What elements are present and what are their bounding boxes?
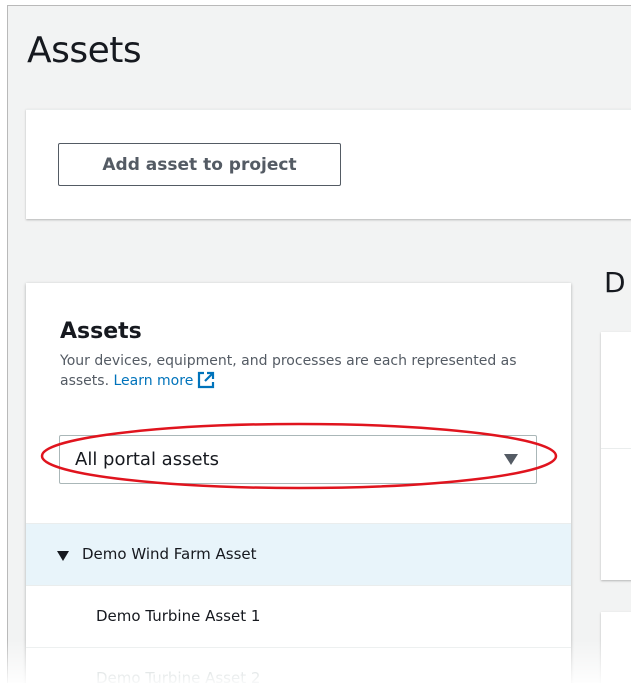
tree-item-label: Demo Turbine Asset 1 (96, 607, 261, 625)
assets-panel-description: Your devices, equipment, and processes a… (60, 351, 530, 395)
expand-caret-icon[interactable] (57, 551, 69, 561)
tree-item-label: Demo Wind Farm Asset (82, 545, 257, 563)
learn-more-label: Learn more (113, 373, 194, 389)
assets-panel: Assets Your devices, equipment, and proc… (26, 283, 571, 683)
tree-item-demo-turbine-asset-2[interactable]: Demo Turbine Asset 2 (26, 648, 571, 683)
tree-item-demo-wind-farm-asset[interactable]: Demo Wind Farm Asset (26, 524, 571, 586)
assets-panel-heading: Assets (60, 319, 142, 344)
add-asset-to-project-button[interactable]: Add asset to project (58, 143, 341, 186)
external-link-icon (197, 371, 215, 395)
caret-down-icon (504, 454, 518, 465)
detail-card-divider (601, 448, 631, 449)
detail-card (601, 332, 631, 580)
actions-panel: Add asset to project (26, 109, 631, 219)
asset-tree: Demo Wind Farm Asset Demo Turbine Asset … (26, 523, 571, 683)
tree-item-label: Demo Turbine Asset 2 (96, 669, 261, 683)
page-title: Assets (27, 30, 142, 71)
asset-filter-select[interactable]: All portal assets (59, 435, 537, 484)
detail-card-secondary (601, 612, 631, 683)
asset-filter-value: All portal assets (75, 449, 219, 470)
detail-heading: D (604, 266, 626, 299)
learn-more-link[interactable]: Learn more (113, 371, 215, 389)
portal-frame: Assets Add asset to project D Assets You… (7, 5, 631, 683)
tree-item-demo-turbine-asset-1[interactable]: Demo Turbine Asset 1 (26, 586, 571, 648)
